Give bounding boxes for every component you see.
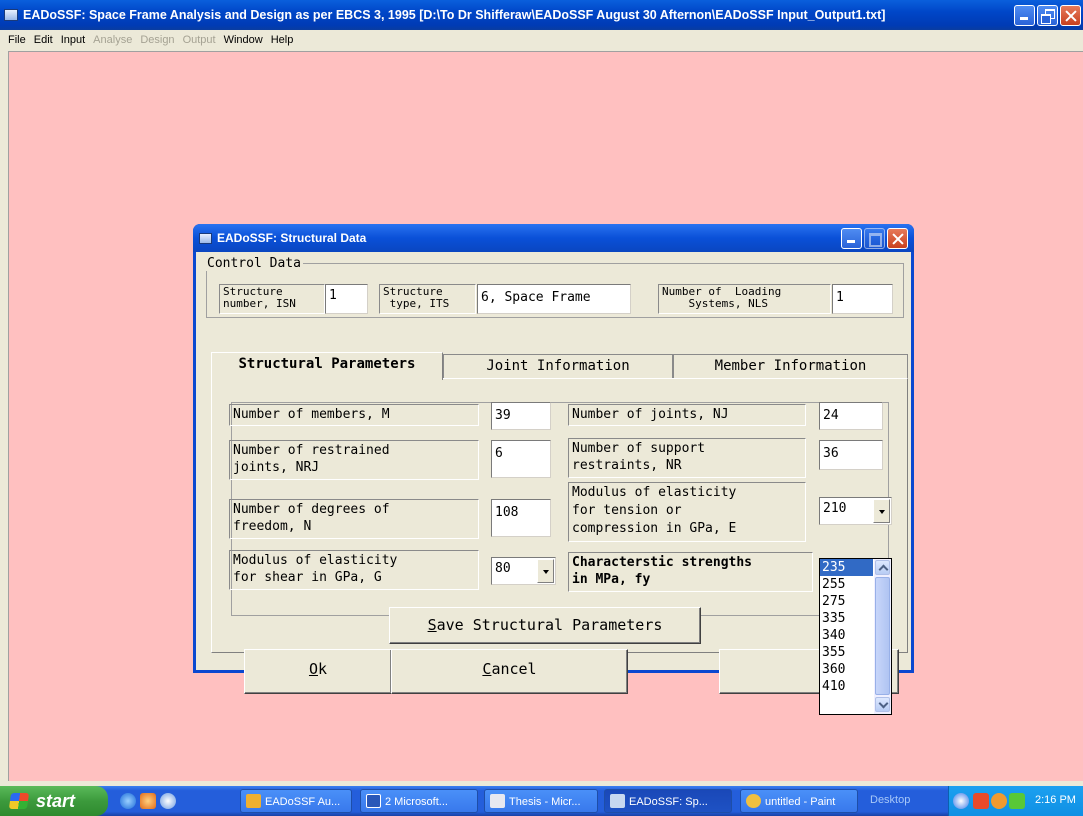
menu-edit[interactable]: Edit: [30, 34, 57, 46]
joints-input[interactable]: 24: [819, 402, 883, 430]
taskbar-button-paint[interactable]: untitled - Paint: [740, 789, 858, 813]
tray-app-icon[interactable]: [991, 793, 1007, 809]
media-player-icon[interactable]: [140, 793, 156, 809]
minimize-button[interactable]: [1014, 4, 1035, 26]
folder-icon: [246, 794, 261, 808]
elasticity-e-combo[interactable]: 210: [819, 497, 892, 525]
taskbar: start EADoSSF Au... 2 Microsoft... Thesi…: [0, 786, 1083, 816]
restrained-joints-label: Number of restrained joints, NRJ: [229, 440, 479, 480]
shear-g-label: Modulus of elasticity for shear in GPa, …: [229, 550, 479, 590]
app-icon: [4, 9, 18, 21]
main-window-title: EADoSSF: Space Frame Analysis and Design…: [23, 8, 886, 22]
elasticity-e-label: Modulus of elasticity for tension or com…: [568, 482, 806, 542]
structural-data-dialog: EADoSSF: Structural Data Control Data St…: [193, 224, 914, 694]
elasticity-e-dropdown-icon[interactable]: [873, 499, 890, 523]
scroll-down-icon[interactable]: [875, 697, 890, 712]
dialog-body: Control Data Structure number, ISN 1 Str…: [196, 252, 911, 694]
menu-file[interactable]: File: [4, 34, 30, 46]
taskbar-button-eadossf-app[interactable]: EADoSSF: Sp...: [604, 789, 732, 813]
support-restraints-input[interactable]: 36: [819, 440, 883, 470]
desktop-toolbar-label[interactable]: Desktop: [870, 794, 910, 806]
fy-dropdown-list[interactable]: 235 255 275 335 340 355 360 410: [819, 558, 892, 715]
dof-input[interactable]: 108: [491, 499, 551, 537]
taskbar-button-thesis[interactable]: Thesis - Micr...: [484, 789, 598, 813]
isn-label: Structure number, ISN: [219, 284, 325, 314]
main-window-titlebar[interactable]: EADoSSF: Space Frame Analysis and Design…: [0, 0, 1083, 30]
joints-label: Number of joints, NJ: [568, 404, 806, 426]
tab-structural-parameters[interactable]: Structural Parameters: [211, 352, 443, 380]
shear-g-combo[interactable]: 80: [491, 557, 556, 585]
document-icon: [490, 794, 505, 808]
scroll-up-icon[interactable]: [875, 560, 890, 575]
members-label: Number of members, M: [229, 404, 479, 426]
scroll-thumb[interactable]: [875, 577, 890, 695]
its-label: Structure type, ITS: [379, 284, 476, 314]
save-structural-parameters-button[interactable]: Save Structural Parameters: [389, 607, 701, 644]
its-input[interactable]: 6, Space Frame: [477, 284, 631, 314]
members-input[interactable]: 39: [491, 402, 551, 430]
isn-input[interactable]: 1: [325, 284, 368, 314]
fy-dropdown-scrollbar[interactable]: [874, 559, 891, 714]
close-button[interactable]: [1060, 4, 1081, 26]
fy-option[interactable]: 410: [820, 678, 873, 695]
taskbar-button-eadossf-folder[interactable]: EADoSSF Au...: [240, 789, 352, 813]
control-data-legend: Control Data: [207, 256, 301, 271]
cancel-button[interactable]: Cancel: [391, 649, 628, 694]
tab-joint-information[interactable]: Joint Information: [443, 354, 673, 378]
start-button[interactable]: start: [0, 786, 108, 816]
clock[interactable]: 2:16 PM: [1035, 794, 1076, 806]
menu-help[interactable]: Help: [267, 34, 298, 46]
nls-input[interactable]: 1: [832, 284, 893, 314]
fy-option[interactable]: 235: [820, 559, 873, 576]
dialog-app-icon: [199, 232, 212, 244]
menubar: File Edit Input Analyse Design Output Wi…: [0, 30, 1083, 50]
internet-explorer-icon[interactable]: [120, 793, 136, 809]
restore-button[interactable]: [1037, 4, 1058, 26]
paint-icon: [746, 794, 761, 808]
tray-utility-icon[interactable]: [1009, 793, 1025, 809]
menu-design: Design: [140, 34, 175, 46]
network-icon[interactable]: [973, 793, 989, 809]
system-tray: 2:16 PM: [948, 786, 1083, 816]
support-restraints-label: Number of support restraints, NR: [568, 438, 806, 478]
menu-input[interactable]: Input: [57, 34, 89, 46]
fy-option[interactable]: 360: [820, 661, 873, 678]
menu-window[interactable]: Window: [220, 34, 267, 46]
taskbar-button-microsoft-word[interactable]: 2 Microsoft...: [360, 789, 478, 813]
word-icon: [366, 794, 381, 808]
fy-option[interactable]: 255: [820, 576, 873, 593]
windows-logo-icon: [8, 793, 30, 809]
nls-label: Number of Loading Systems, NLS: [658, 284, 831, 314]
dialog-minimize-button[interactable]: [841, 227, 862, 249]
app-window-icon: [610, 794, 625, 808]
fy-option[interactable]: 335: [820, 610, 873, 627]
dof-label: Number of degrees of freedom, N: [229, 499, 479, 539]
tabstrip: Structural Parameters Joint Information …: [211, 352, 908, 380]
menu-output: Output: [182, 34, 216, 46]
dialog-maximize-button[interactable]: [864, 227, 885, 249]
dialog-titlebar[interactable]: EADoSSF: Structural Data: [193, 224, 914, 252]
restrained-joints-input[interactable]: 6: [491, 440, 551, 478]
dialog-close-button[interactable]: [887, 227, 908, 249]
fy-label: Characterstic strengths in MPa, fy: [568, 552, 813, 592]
dialog-title: EADoSSF: Structural Data: [217, 231, 367, 245]
quick-launch: [120, 793, 176, 809]
fy-option[interactable]: 275: [820, 593, 873, 610]
start-label: start: [36, 791, 76, 811]
fy-option[interactable]: 355: [820, 644, 873, 661]
menu-analyse: Analyse: [93, 34, 133, 46]
tray-expand-icon[interactable]: [953, 793, 969, 809]
ok-button[interactable]: Ok: [244, 649, 392, 694]
fy-option[interactable]: 340: [820, 627, 873, 644]
shear-g-value: 80: [495, 561, 511, 576]
tab-member-information[interactable]: Member Information: [673, 354, 908, 378]
browser-icon[interactable]: [160, 793, 176, 809]
shear-g-dropdown-icon[interactable]: [537, 559, 554, 583]
elasticity-e-value: 210: [823, 501, 847, 516]
